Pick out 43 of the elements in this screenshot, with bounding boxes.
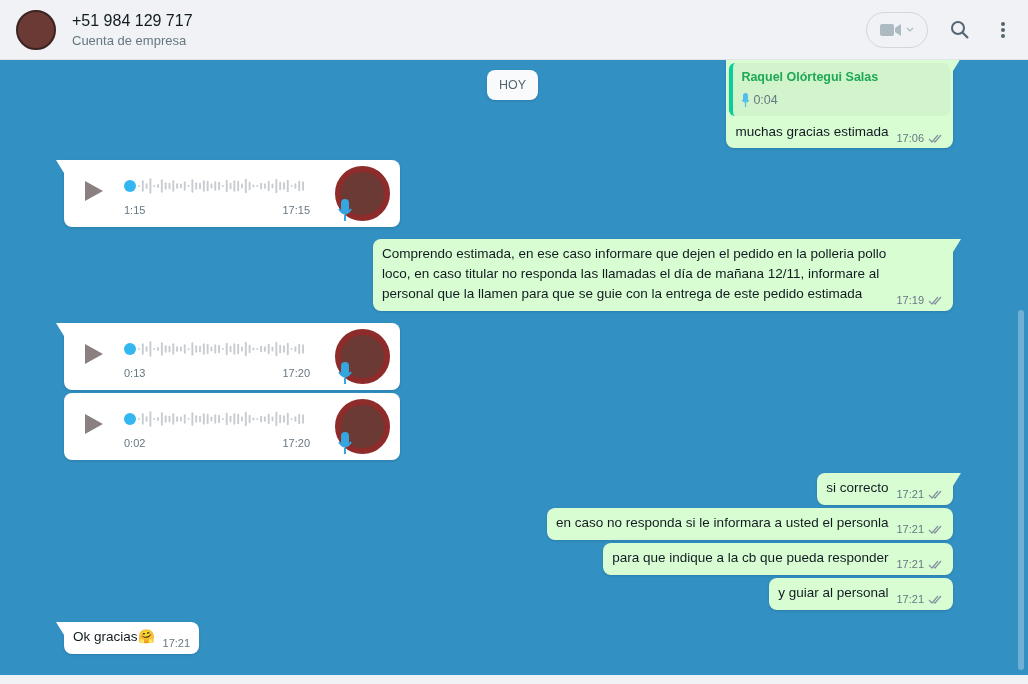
microphone-icon: [338, 432, 352, 455]
message-text: si correcto: [826, 479, 889, 498]
message-text: muchas gracias estimada: [735, 123, 889, 141]
quoted-message[interactable]: Raquel Olórtegui Salas 0:04: [729, 63, 950, 116]
playback-thumb[interactable]: [124, 412, 136, 425]
contact-name: +51 984 129 717: [72, 10, 193, 31]
play-icon[interactable]: [84, 180, 104, 203]
message-time: 17:21: [896, 591, 924, 607]
message-text: para que indique a la cb que pueda responder: [612, 549, 889, 568]
playback-thumb[interactable]: [124, 342, 136, 355]
message-text: Comprendo estimada, en ese caso informare que dejen el pedido en la polleria pollo loco, en caso titular no responda las llamadas el día de mañana 12/11, informare al personal que la llamen para que se guie con la entrega de este pedido estimada: [382, 245, 888, 304]
quote-author: Raquel Olórtegui Salas: [741, 68, 880, 86]
play-icon[interactable]: [84, 413, 104, 436]
video-camera-icon: [880, 22, 902, 37]
sender-avatar: [335, 329, 390, 385]
message-time: 17:21: [896, 521, 924, 537]
play-icon[interactable]: [84, 343, 104, 366]
caret-icon: [906, 26, 914, 33]
voice-duration: 0:02: [124, 435, 146, 451]
sender-avatar: [335, 399, 390, 455]
microphone-icon: [338, 199, 352, 222]
message-time: 17:21: [896, 486, 924, 502]
contact-subtitle: Cuenta de empresa: [72, 31, 188, 50]
voice-duration: 1:15: [124, 202, 146, 218]
voice-duration: 0:13: [124, 365, 146, 381]
message-time: 17:21: [162, 635, 191, 651]
message-text: Ok gracias🤗: [73, 628, 155, 647]
message-time: 17:15: [282, 202, 310, 218]
quote-text: 0:04: [753, 91, 778, 109]
message-time: 17:20: [282, 365, 310, 381]
microphone-icon: [338, 362, 352, 385]
sender-avatar: [335, 166, 390, 222]
message-time: 17:19: [896, 292, 924, 308]
microphone-icon: [741, 92, 751, 107]
message-time: 17:20: [282, 435, 310, 451]
message-time: 17:06: [896, 130, 924, 146]
message-text: y guiar al personal: [778, 584, 889, 603]
date-label: HOY: [487, 70, 539, 100]
contact-avatar[interactable]: [16, 9, 56, 50]
message-time: 17:21: [896, 556, 924, 572]
playback-thumb[interactable]: [124, 179, 136, 192]
menu-icon[interactable]: [998, 19, 1008, 40]
message-text: en caso no responda si le informara a usted el personla: [556, 514, 889, 533]
